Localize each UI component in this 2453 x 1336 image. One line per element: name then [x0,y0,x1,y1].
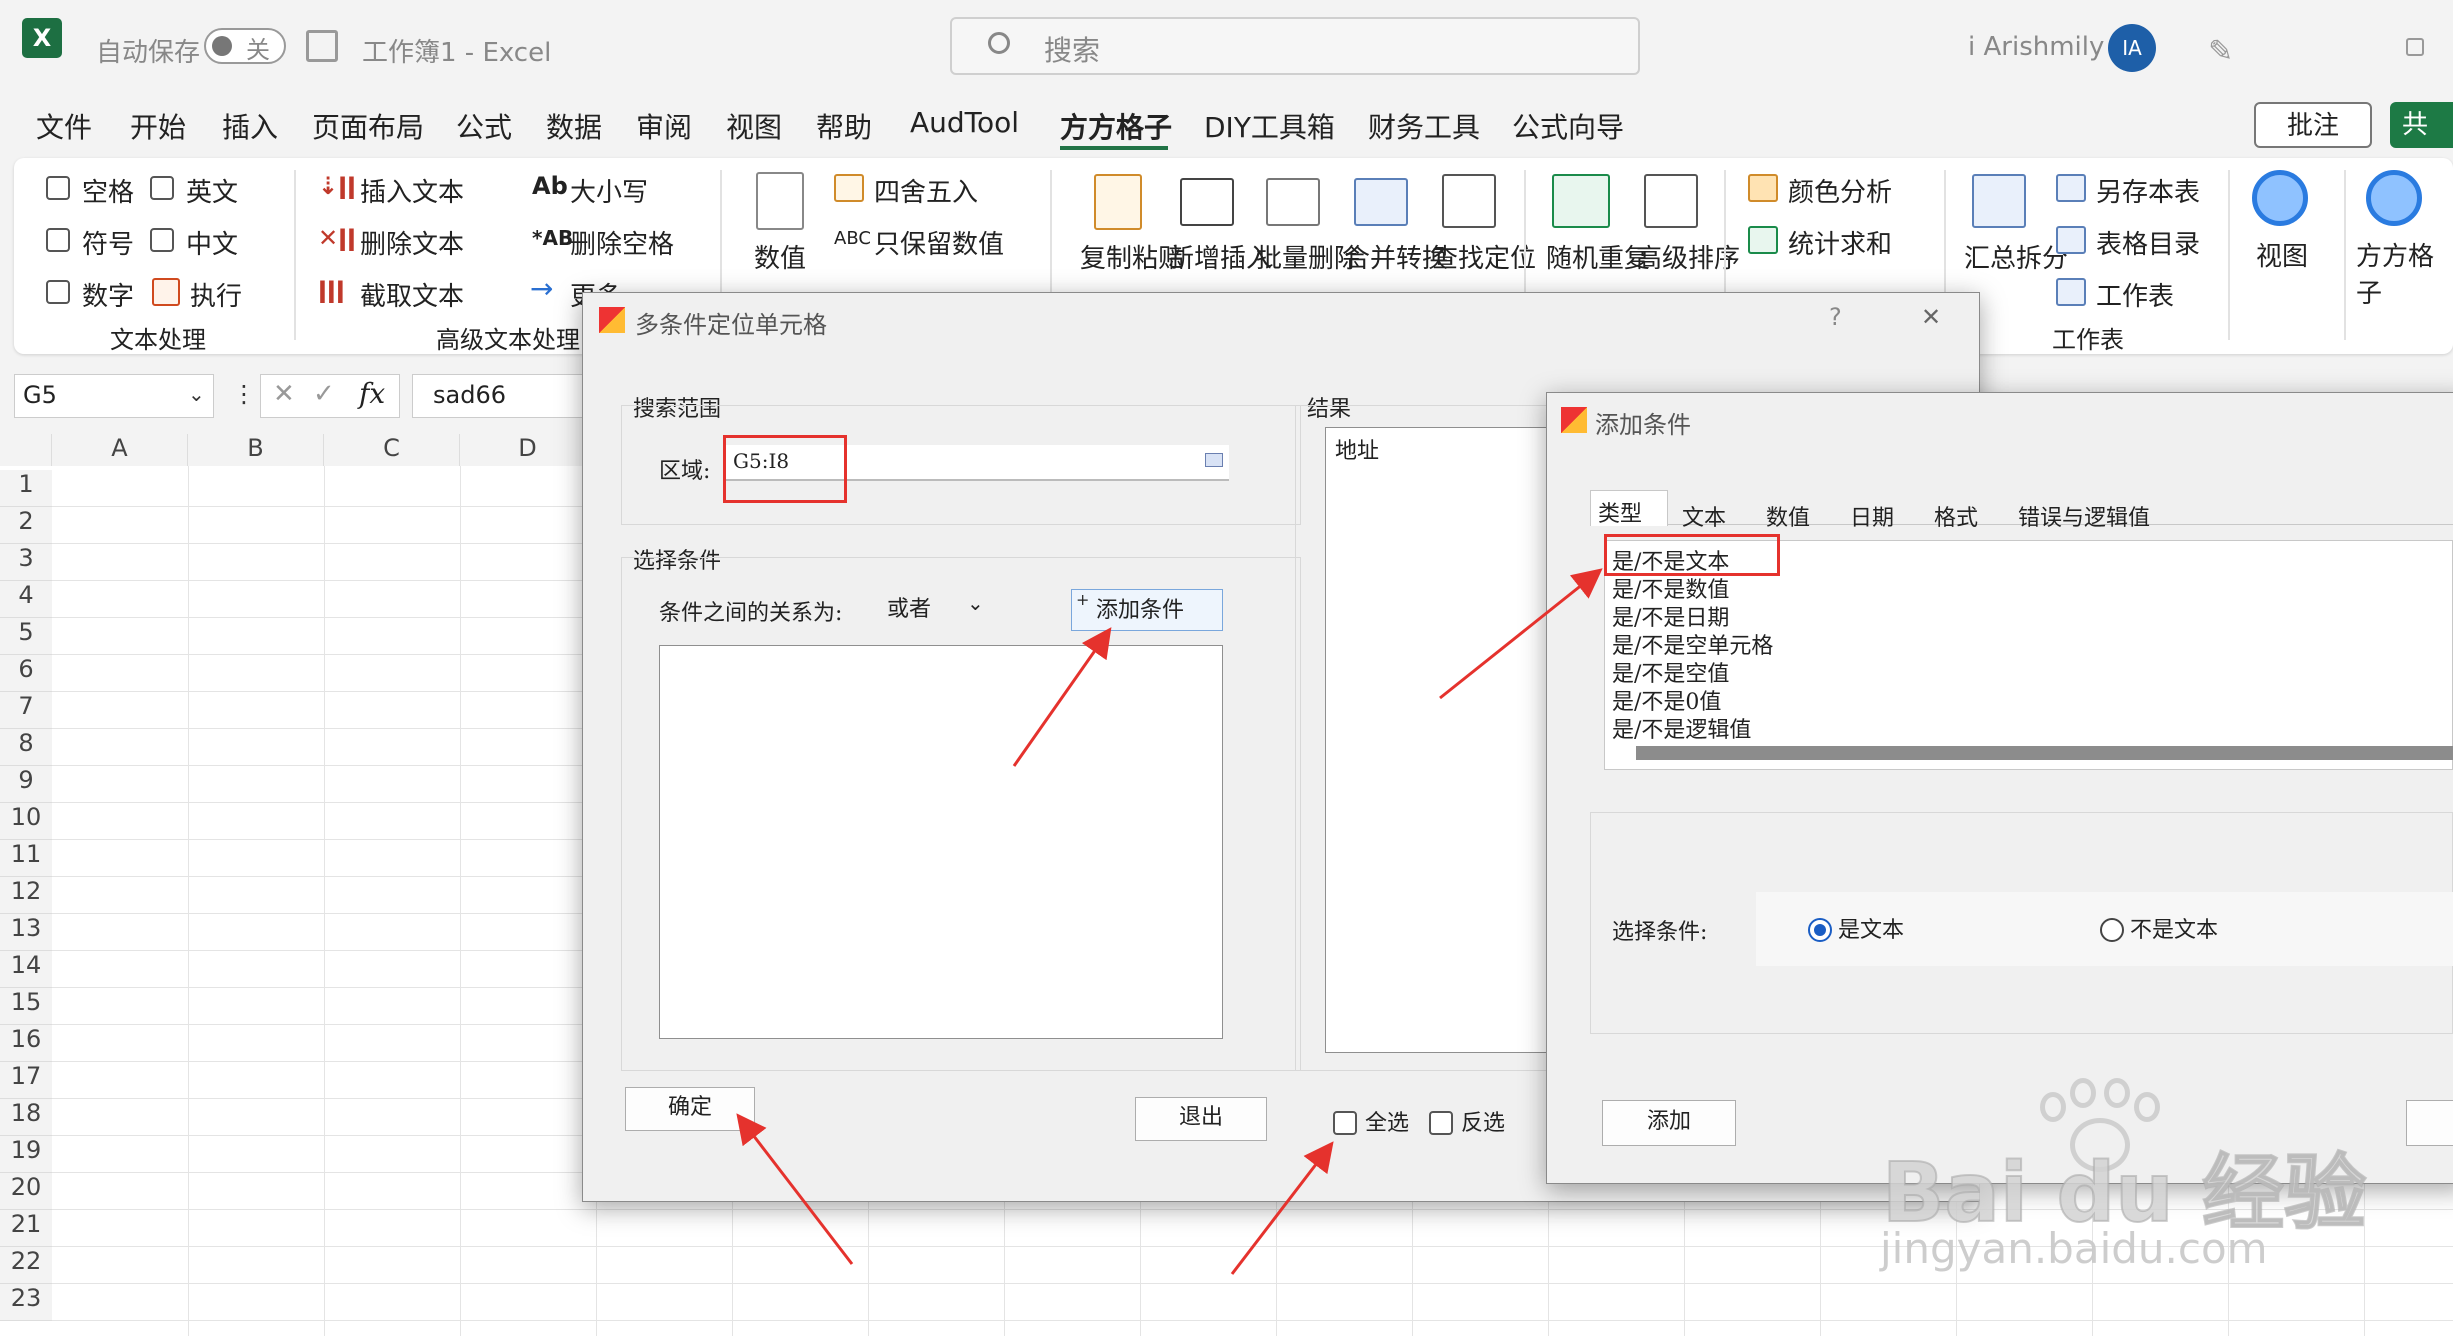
watermark-url: jingyan.baidu.com [1880,1224,2268,1273]
arrow-to-ok [736,1113,854,1265]
arrow-to-select-all [1230,1141,1334,1275]
arrow-to-list-item [1439,568,1603,700]
arrow-to-add-condition [1012,627,1112,767]
